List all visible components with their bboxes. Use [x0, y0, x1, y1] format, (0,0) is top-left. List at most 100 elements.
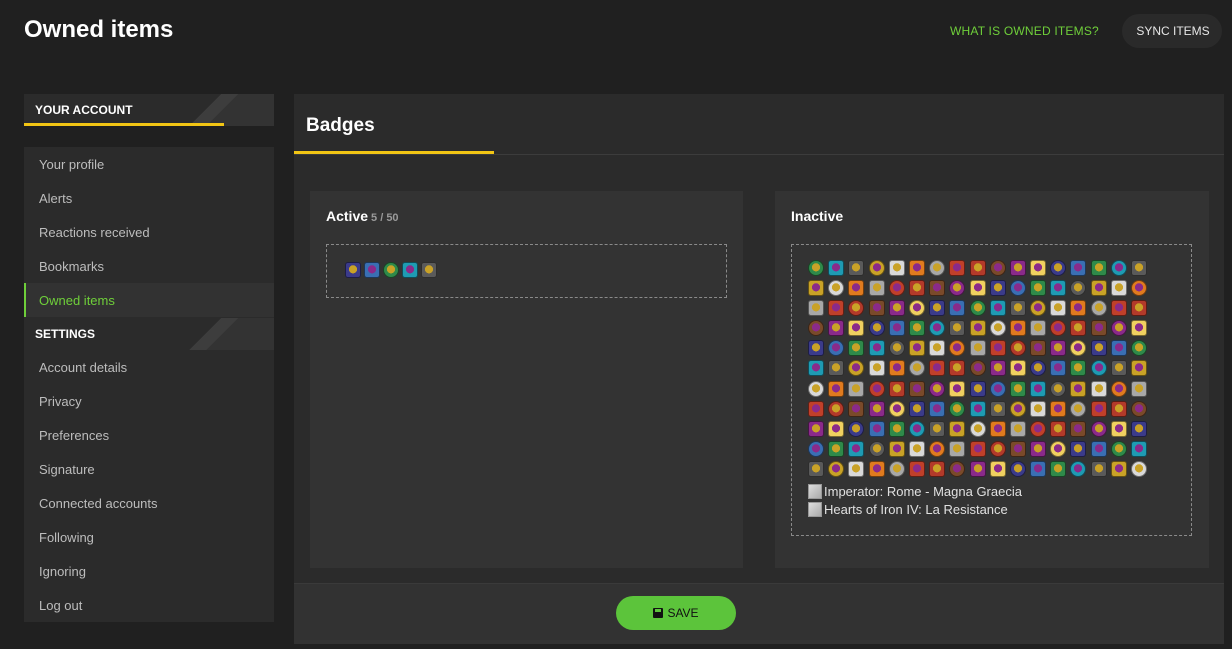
badge-icon[interactable]: [888, 280, 905, 297]
badge-icon[interactable]: [888, 380, 905, 397]
badge-icon[interactable]: [969, 460, 986, 477]
badge-icon[interactable]: [868, 360, 885, 377]
badge-icon[interactable]: [908, 320, 925, 337]
badge-icon[interactable]: [868, 400, 885, 417]
badge-icon[interactable]: [868, 380, 885, 397]
badge-icon[interactable]: [848, 440, 865, 457]
badge-icon[interactable]: [1131, 440, 1147, 457]
badge-icon[interactable]: [1090, 460, 1107, 477]
badge-icon[interactable]: [1070, 300, 1087, 317]
badge-icon[interactable]: [1050, 340, 1067, 357]
sidebar-item-bookmarks[interactable]: Bookmarks: [24, 249, 274, 283]
badge-icon[interactable]: [888, 360, 905, 377]
badge-icon[interactable]: [848, 420, 865, 437]
badge-icon[interactable]: [969, 300, 986, 317]
badge-icon[interactable]: [1110, 260, 1127, 276]
badge-icon[interactable]: [949, 300, 966, 317]
broken-badge-image[interactable]: Imperator: Rome - Magna Graecia: [808, 484, 1022, 499]
badge-icon[interactable]: [848, 460, 865, 477]
badge-icon[interactable]: [808, 320, 824, 337]
badge-icon[interactable]: [1131, 360, 1147, 377]
badge-icon[interactable]: [1090, 320, 1107, 337]
badge-icon[interactable]: [989, 420, 1006, 437]
badge-icon[interactable]: [929, 420, 946, 437]
badge-icon[interactable]: [848, 280, 865, 297]
badge-icon[interactable]: [929, 460, 946, 477]
badge-icon[interactable]: [1050, 380, 1067, 397]
sidebar-item-following[interactable]: Following: [24, 520, 274, 554]
badge-icon[interactable]: [828, 400, 845, 417]
badge-icon[interactable]: [808, 360, 824, 377]
badge-icon[interactable]: [808, 420, 824, 437]
badge-icon[interactable]: [402, 262, 418, 278]
badge-icon[interactable]: [949, 400, 966, 417]
badge-icon[interactable]: [868, 300, 885, 317]
badge-icon[interactable]: [969, 420, 986, 437]
sidebar-item-reactions-received[interactable]: Reactions received: [24, 215, 274, 249]
badge-icon[interactable]: [828, 340, 845, 357]
badge-icon[interactable]: [828, 440, 845, 457]
badge-icon[interactable]: [828, 420, 845, 437]
broken-badge-image[interactable]: Hearts of Iron IV: La Resistance: [808, 502, 1008, 517]
badge-icon[interactable]: [1090, 380, 1107, 397]
badge-icon[interactable]: [989, 340, 1006, 357]
badge-icon[interactable]: [1131, 300, 1147, 317]
badge-icon[interactable]: [908, 460, 925, 477]
badge-icon[interactable]: [989, 260, 1006, 276]
badge-icon[interactable]: [848, 380, 865, 397]
badge-icon[interactable]: [1090, 400, 1107, 417]
badge-icon[interactable]: [1050, 320, 1067, 337]
badge-icon[interactable]: [848, 400, 865, 417]
badge-icon[interactable]: [1009, 300, 1026, 317]
badge-icon[interactable]: [1030, 400, 1047, 417]
badge-icon[interactable]: [1090, 300, 1107, 317]
badge-icon[interactable]: [1131, 280, 1147, 297]
badge-icon[interactable]: [888, 260, 905, 276]
badge-icon[interactable]: [929, 320, 946, 337]
badge-icon[interactable]: [929, 340, 946, 357]
badge-icon[interactable]: [908, 340, 925, 357]
badge-icon[interactable]: [1070, 420, 1087, 437]
badge-icon[interactable]: [1030, 300, 1047, 317]
badge-icon[interactable]: [1030, 420, 1047, 437]
badge-icon[interactable]: [1030, 340, 1047, 357]
badge-icon[interactable]: [848, 260, 865, 276]
sidebar-item-account-details[interactable]: Account details: [24, 350, 274, 384]
badge-icon[interactable]: [345, 262, 361, 278]
badge-icon[interactable]: [1090, 360, 1107, 377]
inactive-badges-dropzone[interactable]: Imperator: Rome - Magna Graecia Hearts o…: [791, 244, 1192, 536]
badge-icon[interactable]: [929, 280, 946, 297]
badge-icon[interactable]: [969, 340, 986, 357]
badge-icon[interactable]: [949, 360, 966, 377]
badge-icon[interactable]: [1070, 260, 1087, 276]
badge-icon[interactable]: [848, 300, 865, 317]
sidebar-item-alerts[interactable]: Alerts: [24, 181, 274, 215]
badge-icon[interactable]: [1110, 340, 1127, 357]
badge-icon[interactable]: [908, 420, 925, 437]
badge-icon[interactable]: [1050, 360, 1067, 377]
badge-icon[interactable]: [808, 440, 824, 457]
badge-icon[interactable]: [908, 300, 925, 317]
badge-icon[interactable]: [868, 280, 885, 297]
badge-icon[interactable]: [969, 320, 986, 337]
badge-icon[interactable]: [828, 360, 845, 377]
badge-icon[interactable]: [1009, 460, 1026, 477]
badge-icon[interactable]: [1030, 360, 1047, 377]
badge-icon[interactable]: [1110, 420, 1127, 437]
badge-icon[interactable]: [1050, 440, 1067, 457]
badge-icon[interactable]: [888, 340, 905, 357]
badge-icon[interactable]: [1070, 380, 1087, 397]
badge-icon[interactable]: [1070, 320, 1087, 337]
badge-icon[interactable]: [888, 440, 905, 457]
sidebar-item-your-profile[interactable]: Your profile: [24, 147, 274, 181]
badge-icon[interactable]: [1009, 260, 1026, 276]
badge-icon[interactable]: [1090, 340, 1107, 357]
badge-icon[interactable]: [989, 460, 1006, 477]
badge-icon[interactable]: [1050, 420, 1067, 437]
sidebar-item-signature[interactable]: Signature: [24, 452, 274, 486]
badge-icon[interactable]: [383, 262, 399, 278]
badge-icon[interactable]: [989, 300, 1006, 317]
badge-icon[interactable]: [868, 340, 885, 357]
badge-icon[interactable]: [1050, 280, 1067, 297]
badge-icon[interactable]: [989, 400, 1006, 417]
